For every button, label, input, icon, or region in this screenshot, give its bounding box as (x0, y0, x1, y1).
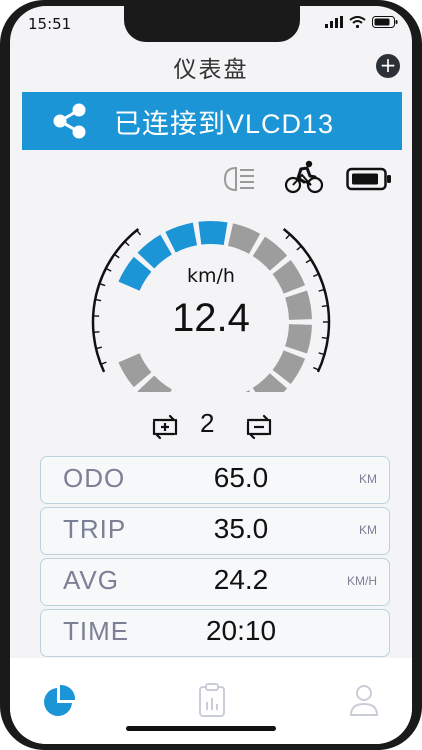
gauge-tick (124, 241, 130, 247)
speed-value: 12.4 (172, 296, 250, 340)
stat-value: 24.2 (213, 564, 269, 595)
add-button[interactable]: + (376, 54, 400, 78)
profile-tab-icon[interactable] (344, 680, 384, 720)
headlight-icon (223, 166, 254, 192)
page-title: 仪表盘 (173, 57, 249, 83)
status-battery-icon (372, 16, 398, 28)
gauge-segment (198, 221, 228, 246)
signal-icon (325, 16, 343, 28)
gauge-tick (95, 346, 103, 350)
gauge-tick (285, 233, 291, 240)
assist-down-icon[interactable] (244, 412, 274, 442)
gauge-tick (136, 229, 142, 236)
gauge-segment (137, 234, 172, 269)
stat-value: 65.0 (213, 462, 269, 493)
connection-banner[interactable]: 已连接到VLCD13 (22, 92, 402, 150)
stat-label: TRIP (63, 514, 127, 544)
home-indicator (126, 726, 276, 731)
records-tab-icon[interactable] (192, 680, 232, 720)
stat-label: TIME (63, 616, 130, 646)
cyclist-icon (284, 160, 324, 194)
speed-unit: km/h (187, 265, 235, 287)
assist-up-icon[interactable] (150, 412, 180, 442)
stat-row-odo: ODO 65.0 KM (40, 456, 390, 504)
phone-frame: 15:51 仪表盘 + 已连接到VLCD13 km/h 12.4 2 ODO 6… (0, 0, 422, 750)
stat-unit: KM (359, 523, 377, 537)
stat-row-time: TIME 20:10 (40, 609, 390, 657)
tab-bar (10, 658, 412, 744)
gauge-segment (228, 223, 261, 254)
status-time: 15:51 (28, 15, 72, 33)
gauge-tick (296, 245, 302, 251)
stat-value: 20:10 (205, 615, 277, 646)
stat-unit: KM/H (347, 574, 377, 588)
stat-unit: KM (359, 472, 377, 486)
notch (124, 6, 300, 42)
dashboard-tab-icon[interactable] (40, 680, 80, 720)
gauge-segment (165, 222, 197, 253)
status-icons (325, 16, 398, 28)
app-screen: 15:51 仪表盘 + 已连接到VLCD13 km/h 12.4 2 ODO 6… (10, 6, 412, 744)
assist-level-value: 2 (200, 408, 215, 438)
stat-label: ODO (63, 463, 126, 493)
gauge-tick (113, 253, 120, 259)
stat-row-avg: AVG 24.2 KM/H (40, 558, 390, 606)
gauge-tick (305, 258, 312, 264)
gauge-segment (272, 350, 306, 385)
connection-status-text: 已连接到VLCD13 (114, 108, 335, 139)
battery-icon (346, 167, 391, 191)
wifi-icon (349, 16, 366, 28)
stat-row-trip: TRIP 35.0 KM (40, 507, 390, 555)
indicator-row (10, 160, 412, 196)
stat-label: AVG (63, 565, 119, 595)
gauge-segment (118, 353, 152, 388)
share-icon (53, 103, 86, 139)
gauge-tick (318, 352, 325, 356)
stat-value: 35.0 (213, 513, 269, 544)
